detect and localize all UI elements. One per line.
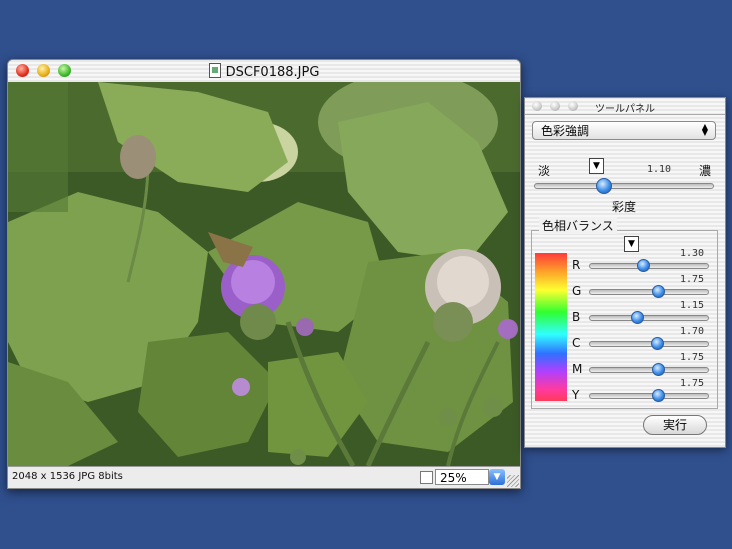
status-bar: 2048 x 1536 JPG 8bits 25% ▼	[8, 466, 520, 488]
c-slider-knob[interactable]	[651, 337, 664, 350]
c-label: C	[572, 336, 581, 350]
hue-default-marker-icon: ▼	[624, 236, 639, 252]
resize-grip-icon[interactable]	[507, 475, 519, 487]
b-slider-knob[interactable]	[631, 311, 644, 324]
y-value: 1.75	[680, 378, 705, 389]
c-slider-track[interactable]	[589, 341, 709, 347]
r-slider-knob[interactable]	[637, 259, 650, 272]
zoom-field[interactable]: 25%	[435, 469, 489, 485]
c-value: 1.70	[680, 326, 705, 337]
y-slider-track[interactable]	[589, 393, 709, 399]
g-slider-knob[interactable]	[652, 285, 665, 298]
y-slider-knob[interactable]	[652, 389, 665, 402]
photo-canvas[interactable]	[8, 82, 520, 466]
y-label: Y	[572, 388, 580, 402]
b-value: 1.15	[680, 300, 705, 311]
g-label: G	[572, 284, 582, 298]
execute-button[interactable]: 実行	[643, 415, 707, 435]
saturation-value: 1.10	[647, 164, 672, 175]
saturation-high-label: 濃	[699, 164, 712, 178]
b-slider-track[interactable]	[589, 315, 709, 321]
r-value: 1.30	[680, 248, 705, 259]
r-label: R	[572, 258, 581, 272]
tool-panel-titlebar[interactable]: ツールパネル	[525, 98, 725, 115]
m-slider-track[interactable]	[589, 367, 709, 373]
tool-panel: ツールパネル 色彩強調 ▲ ▼ 淡 ▼ 1.10 濃 彩度 色相バランス ▼ 1.…	[524, 97, 726, 448]
document-icon	[208, 63, 221, 78]
hue-balance-label: 色相バランス	[539, 217, 617, 234]
saturation-default-marker-icon: ▼	[589, 158, 604, 174]
g-slider-track[interactable]	[589, 289, 709, 295]
g-value: 1.75	[680, 274, 705, 285]
saturation-slider-knob[interactable]	[596, 178, 612, 194]
zoom-dropdown-icon[interactable]: ▼	[489, 469, 505, 485]
mode-select[interactable]: 色彩強調 ▲ ▼	[532, 121, 716, 140]
fit-checkbox[interactable]	[420, 471, 433, 484]
window-title: DSCF0188.JPG	[225, 65, 320, 80]
window-title-container: DSCF0188.JPG	[8, 63, 520, 80]
mode-select-value: 色彩強調	[541, 124, 590, 138]
updown-arrows-icon: ▲ ▼	[701, 122, 709, 137]
image-info: 2048 x 1536 JPG 8bits	[12, 471, 123, 482]
saturation-low-label: 淡	[538, 164, 551, 178]
hue-spectrum	[535, 253, 567, 401]
tool-panel-title: ツールパネル	[595, 104, 655, 115]
image-window-titlebar[interactable]: DSCF0188.JPG	[8, 60, 520, 83]
saturation-label: 彩度	[612, 200, 637, 214]
b-label: B	[572, 310, 581, 324]
image-window: DSCF0188.JPG 2048 x 1536 JPG 8bits 25% ▼	[7, 59, 521, 489]
m-value: 1.75	[680, 352, 705, 363]
saturation-slider-track[interactable]	[534, 183, 714, 189]
m-slider-knob[interactable]	[652, 363, 665, 376]
flower-photo	[8, 82, 520, 466]
m-label: M	[572, 362, 583, 376]
